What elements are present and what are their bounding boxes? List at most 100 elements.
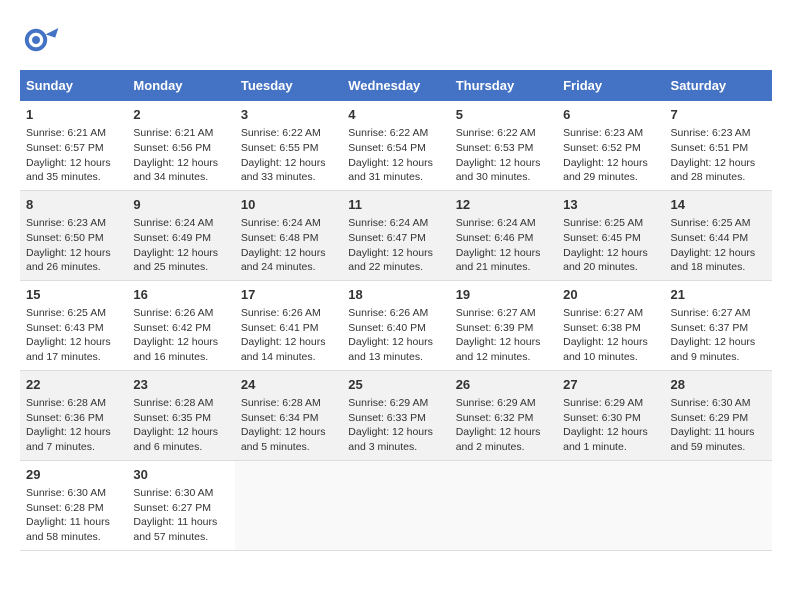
sunset-label: Sunset: 6:55 PM <box>241 142 319 154</box>
table-row: 3 Sunrise: 6:22 AM Sunset: 6:55 PM Dayli… <box>235 101 342 190</box>
sunrise-label: Sunrise: 6:29 AM <box>456 397 536 409</box>
daylight-label: Daylight: 12 hours and 21 minutes. <box>456 247 541 274</box>
sunset-label: Sunset: 6:41 PM <box>241 322 319 334</box>
table-row: 26 Sunrise: 6:29 AM Sunset: 6:32 PM Dayl… <box>450 370 557 460</box>
sunset-label: Sunset: 6:50 PM <box>26 232 104 244</box>
sunrise-label: Sunrise: 6:25 AM <box>671 217 751 229</box>
table-row: 24 Sunrise: 6:28 AM Sunset: 6:34 PM Dayl… <box>235 370 342 460</box>
sunset-label: Sunset: 6:52 PM <box>563 142 641 154</box>
daylight-label: Daylight: 12 hours and 18 minutes. <box>671 247 756 274</box>
day-number: 10 <box>241 196 336 214</box>
day-number: 27 <box>563 376 658 394</box>
sunset-label: Sunset: 6:32 PM <box>456 412 534 424</box>
table-row: 5 Sunrise: 6:22 AM Sunset: 6:53 PM Dayli… <box>450 101 557 190</box>
sunrise-label: Sunrise: 6:30 AM <box>671 397 751 409</box>
calendar-table: Sunday Monday Tuesday Wednesday Thursday… <box>20 70 772 551</box>
table-row: 23 Sunrise: 6:28 AM Sunset: 6:35 PM Dayl… <box>127 370 234 460</box>
table-row: 14 Sunrise: 6:25 AM Sunset: 6:44 PM Dayl… <box>665 190 772 280</box>
sunrise-label: Sunrise: 6:23 AM <box>671 127 751 139</box>
day-number: 20 <box>563 286 658 304</box>
table-row: 29 Sunrise: 6:30 AM Sunset: 6:28 PM Dayl… <box>20 460 127 550</box>
daylight-label: Daylight: 12 hours and 7 minutes. <box>26 426 111 453</box>
sunset-label: Sunset: 6:28 PM <box>26 502 104 514</box>
sunset-label: Sunset: 6:39 PM <box>456 322 534 334</box>
day-number: 16 <box>133 286 228 304</box>
logo <box>20 20 66 60</box>
table-row: 4 Sunrise: 6:22 AM Sunset: 6:54 PM Dayli… <box>342 101 449 190</box>
col-wednesday: Wednesday <box>342 70 449 101</box>
table-row: 11 Sunrise: 6:24 AM Sunset: 6:47 PM Dayl… <box>342 190 449 280</box>
table-row: 28 Sunrise: 6:30 AM Sunset: 6:29 PM Dayl… <box>665 370 772 460</box>
col-monday: Monday <box>127 70 234 101</box>
sunrise-label: Sunrise: 6:27 AM <box>671 307 751 319</box>
day-number: 25 <box>348 376 443 394</box>
sunset-label: Sunset: 6:38 PM <box>563 322 641 334</box>
daylight-label: Daylight: 11 hours and 59 minutes. <box>671 426 755 453</box>
sunrise-label: Sunrise: 6:22 AM <box>241 127 321 139</box>
col-sunday: Sunday <box>20 70 127 101</box>
sunrise-label: Sunrise: 6:24 AM <box>241 217 321 229</box>
table-row: 9 Sunrise: 6:24 AM Sunset: 6:49 PM Dayli… <box>127 190 234 280</box>
daylight-label: Daylight: 12 hours and 22 minutes. <box>348 247 433 274</box>
calendar-week-row: 8 Sunrise: 6:23 AM Sunset: 6:50 PM Dayli… <box>20 190 772 280</box>
daylight-label: Daylight: 11 hours and 58 minutes. <box>26 516 110 543</box>
sunset-label: Sunset: 6:30 PM <box>563 412 641 424</box>
daylight-label: Daylight: 12 hours and 10 minutes. <box>563 336 648 363</box>
table-row: 7 Sunrise: 6:23 AM Sunset: 6:51 PM Dayli… <box>665 101 772 190</box>
sunrise-label: Sunrise: 6:26 AM <box>348 307 428 319</box>
sunrise-label: Sunrise: 6:28 AM <box>241 397 321 409</box>
sunset-label: Sunset: 6:45 PM <box>563 232 641 244</box>
daylight-label: Daylight: 12 hours and 3 minutes. <box>348 426 433 453</box>
sunrise-label: Sunrise: 6:23 AM <box>26 217 106 229</box>
daylight-label: Daylight: 12 hours and 34 minutes. <box>133 157 218 184</box>
daylight-label: Daylight: 11 hours and 57 minutes. <box>133 516 217 543</box>
col-friday: Friday <box>557 70 664 101</box>
day-number: 9 <box>133 196 228 214</box>
calendar-week-row: 15 Sunrise: 6:25 AM Sunset: 6:43 PM Dayl… <box>20 280 772 370</box>
sunrise-label: Sunrise: 6:22 AM <box>348 127 428 139</box>
table-row <box>342 460 449 550</box>
sunrise-label: Sunrise: 6:22 AM <box>456 127 536 139</box>
calendar-week-row: 29 Sunrise: 6:30 AM Sunset: 6:28 PM Dayl… <box>20 460 772 550</box>
sunrise-label: Sunrise: 6:30 AM <box>26 487 106 499</box>
sunset-label: Sunset: 6:27 PM <box>133 502 211 514</box>
table-row: 18 Sunrise: 6:26 AM Sunset: 6:40 PM Dayl… <box>342 280 449 370</box>
table-row: 12 Sunrise: 6:24 AM Sunset: 6:46 PM Dayl… <box>450 190 557 280</box>
day-number: 6 <box>563 106 658 124</box>
table-row: 20 Sunrise: 6:27 AM Sunset: 6:38 PM Dayl… <box>557 280 664 370</box>
sunset-label: Sunset: 6:36 PM <box>26 412 104 424</box>
day-number: 15 <box>26 286 121 304</box>
sunrise-label: Sunrise: 6:27 AM <box>456 307 536 319</box>
sunrise-label: Sunrise: 6:24 AM <box>133 217 213 229</box>
daylight-label: Daylight: 12 hours and 1 minute. <box>563 426 648 453</box>
sunrise-label: Sunrise: 6:21 AM <box>26 127 106 139</box>
day-number: 4 <box>348 106 443 124</box>
day-number: 28 <box>671 376 766 394</box>
daylight-label: Daylight: 12 hours and 2 minutes. <box>456 426 541 453</box>
day-number: 13 <box>563 196 658 214</box>
daylight-label: Daylight: 12 hours and 31 minutes. <box>348 157 433 184</box>
day-number: 5 <box>456 106 551 124</box>
table-row: 15 Sunrise: 6:25 AM Sunset: 6:43 PM Dayl… <box>20 280 127 370</box>
day-number: 30 <box>133 466 228 484</box>
day-number: 12 <box>456 196 551 214</box>
sunrise-label: Sunrise: 6:26 AM <box>241 307 321 319</box>
sunset-label: Sunset: 6:53 PM <box>456 142 534 154</box>
daylight-label: Daylight: 12 hours and 5 minutes. <box>241 426 326 453</box>
day-number: 17 <box>241 286 336 304</box>
table-row: 21 Sunrise: 6:27 AM Sunset: 6:37 PM Dayl… <box>665 280 772 370</box>
sunset-label: Sunset: 6:48 PM <box>241 232 319 244</box>
daylight-label: Daylight: 12 hours and 13 minutes. <box>348 336 433 363</box>
daylight-label: Daylight: 12 hours and 9 minutes. <box>671 336 756 363</box>
table-row: 2 Sunrise: 6:21 AM Sunset: 6:56 PM Dayli… <box>127 101 234 190</box>
sunrise-label: Sunrise: 6:26 AM <box>133 307 213 319</box>
sunset-label: Sunset: 6:56 PM <box>133 142 211 154</box>
day-number: 23 <box>133 376 228 394</box>
sunset-label: Sunset: 6:29 PM <box>671 412 749 424</box>
sunset-label: Sunset: 6:43 PM <box>26 322 104 334</box>
sunset-label: Sunset: 6:37 PM <box>671 322 749 334</box>
daylight-label: Daylight: 12 hours and 29 minutes. <box>563 157 648 184</box>
day-number: 14 <box>671 196 766 214</box>
calendar-header-row: Sunday Monday Tuesday Wednesday Thursday… <box>20 70 772 101</box>
table-row: 6 Sunrise: 6:23 AM Sunset: 6:52 PM Dayli… <box>557 101 664 190</box>
